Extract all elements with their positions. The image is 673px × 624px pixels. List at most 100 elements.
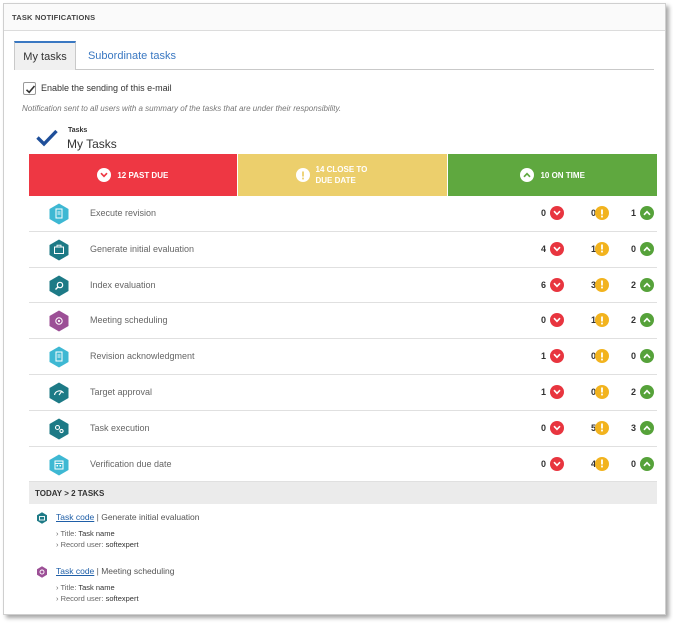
task-type-label: Verification due date — [90, 458, 172, 469]
close-to-due-count: 3 — [590, 279, 596, 290]
task-row[interactable]: Revision acknowledgment 1 0 0 — [29, 339, 657, 375]
chevron-down-icon[interactable] — [550, 456, 564, 471]
on-time-count: 0 — [630, 458, 636, 469]
document-icon — [48, 346, 70, 368]
on-time-count: 2 — [630, 315, 636, 326]
chevron-down-icon[interactable] — [550, 313, 564, 328]
task-code-link[interactable]: Task code — [56, 566, 94, 576]
exclamation-icon[interactable] — [595, 277, 609, 292]
checkmark-icon — [36, 129, 58, 147]
task-type-label: Index evaluation — [90, 279, 156, 290]
past-due-label: 12 PAST DUE — [117, 170, 169, 180]
chevron-down-icon — [97, 168, 112, 182]
today-item-user: › Record user: softexpert — [56, 540, 139, 549]
page-title: My Tasks — [67, 137, 117, 151]
tab-my-tasks[interactable]: My tasks — [14, 41, 76, 70]
past-due-count: 1 — [540, 351, 546, 362]
email-option: Enable the sending of this e-mail — [23, 81, 172, 95]
exclamation-icon — [295, 168, 310, 182]
exclamation-icon[interactable] — [595, 420, 609, 435]
panel-title: TASK NOTIFICATIONS — [4, 4, 665, 31]
today-item-name: Meeting scheduling — [101, 566, 175, 576]
task-code-link[interactable]: Task code — [56, 512, 94, 522]
chevron-down-icon[interactable] — [550, 384, 564, 399]
on-time-count: 2 — [630, 386, 636, 397]
task-type-label: Revision acknowledgment — [90, 351, 195, 362]
email-checkbox[interactable] — [23, 81, 36, 95]
on-time-count: 1 — [630, 208, 636, 218]
past-due-count: 4 — [540, 243, 546, 254]
exclamation-icon[interactable] — [595, 206, 609, 220]
chevron-down-icon[interactable] — [550, 277, 564, 292]
task-type-label: Execute revision — [90, 208, 157, 218]
past-due-count: 0 — [540, 458, 546, 469]
past-due-count: 0 — [540, 315, 546, 326]
past-due-count: 1 — [540, 386, 546, 397]
task-row[interactable]: Target approval 1 0 2 — [29, 375, 657, 411]
tasks-caption: Tasks — [68, 127, 88, 134]
meeting-icon — [37, 566, 47, 578]
task-type-label: Generate initial evaluation — [90, 243, 195, 254]
on-time-count: 0 — [630, 351, 636, 362]
document-icon — [48, 203, 70, 225]
chevron-up-icon[interactable] — [640, 456, 654, 471]
close-to-due-count: 5 — [590, 422, 596, 433]
past-due-count: 0 — [540, 208, 546, 218]
chevron-up-icon[interactable] — [640, 241, 654, 256]
today-item-title: › Title: Task name — [56, 583, 115, 592]
on-time-count: 0 — [630, 243, 636, 254]
chevron-up-icon[interactable] — [640, 206, 654, 220]
tab-subordinate-tasks[interactable]: Subordinate tasks — [87, 41, 177, 70]
today-item-name: Generate initial evaluation — [101, 512, 200, 522]
exclamation-icon[interactable] — [595, 349, 609, 364]
today-item-line: Task code | Meeting scheduling — [56, 566, 174, 576]
title-value: Task name — [78, 529, 115, 538]
close-to-due-line1: 14 CLOSE TO — [315, 165, 368, 174]
on-time-summary[interactable]: 10 ON TIME — [448, 154, 658, 196]
record-user-label: › Record user: — [56, 540, 106, 549]
close-to-due-count: 0 — [590, 208, 596, 218]
chevron-up-icon[interactable] — [640, 313, 654, 328]
task-list: Execute revision 0 0 1 Generate initial eval… — [29, 196, 657, 483]
task-row[interactable]: Task execution 0 5 3 — [29, 411, 657, 447]
task-row[interactable]: Verification due date 0 4 0 — [29, 447, 657, 483]
chevron-up-icon[interactable] — [640, 384, 654, 399]
task-row[interactable]: Generate initial evaluation 4 1 0 — [29, 232, 657, 268]
record-user-label: › Record user: — [56, 594, 106, 603]
today-item-line: Task code | Generate initial evaluation — [56, 512, 200, 522]
chevron-up-icon — [520, 168, 535, 182]
calendar-icon — [48, 454, 70, 476]
close-to-due-label: 14 CLOSE TO DUE DATE — [316, 164, 390, 186]
exclamation-icon[interactable] — [595, 456, 609, 471]
on-time-count: 2 — [630, 279, 636, 290]
close-to-due-count: 0 — [590, 386, 596, 397]
chevron-up-icon[interactable] — [640, 277, 654, 292]
gauge-icon — [48, 382, 70, 404]
past-due-summary[interactable]: 12 PAST DUE — [29, 154, 237, 196]
task-row[interactable]: Index evaluation 6 3 2 — [29, 268, 657, 304]
task-row[interactable]: Execute revision 0 0 1 — [29, 196, 657, 232]
close-to-due-count: 1 — [590, 243, 596, 254]
chevron-up-icon[interactable] — [640, 420, 654, 435]
exclamation-icon[interactable] — [595, 384, 609, 399]
chevron-down-icon[interactable] — [550, 206, 564, 220]
email-checkbox-label: Enable the sending of this e-mail — [41, 83, 172, 93]
exclamation-icon[interactable] — [595, 313, 609, 328]
past-due-count: 6 — [540, 279, 546, 290]
title-label: › Title: — [56, 529, 79, 538]
close-to-due-line2: DUE DATE — [315, 176, 356, 185]
chevron-down-icon[interactable] — [550, 349, 564, 364]
notification-note: Notification sent to all users with a su… — [22, 104, 342, 113]
meeting-icon — [48, 310, 70, 332]
close-to-due-summary[interactable]: 14 CLOSE TO DUE DATE — [237, 154, 448, 196]
record-user-value: softexpert — [105, 540, 139, 549]
chevron-down-icon[interactable] — [550, 241, 564, 256]
chevron-up-icon[interactable] — [640, 349, 654, 364]
close-to-due-count: 1 — [590, 315, 596, 326]
title-label: › Title: — [56, 583, 79, 592]
exclamation-icon[interactable] — [595, 241, 609, 256]
chevron-down-icon[interactable] — [550, 420, 564, 435]
on-time-label: 10 ON TIME — [540, 170, 585, 180]
today-header: TODAY > 2 TASKS — [29, 482, 657, 504]
task-row[interactable]: Meeting scheduling 0 1 2 — [29, 303, 657, 340]
